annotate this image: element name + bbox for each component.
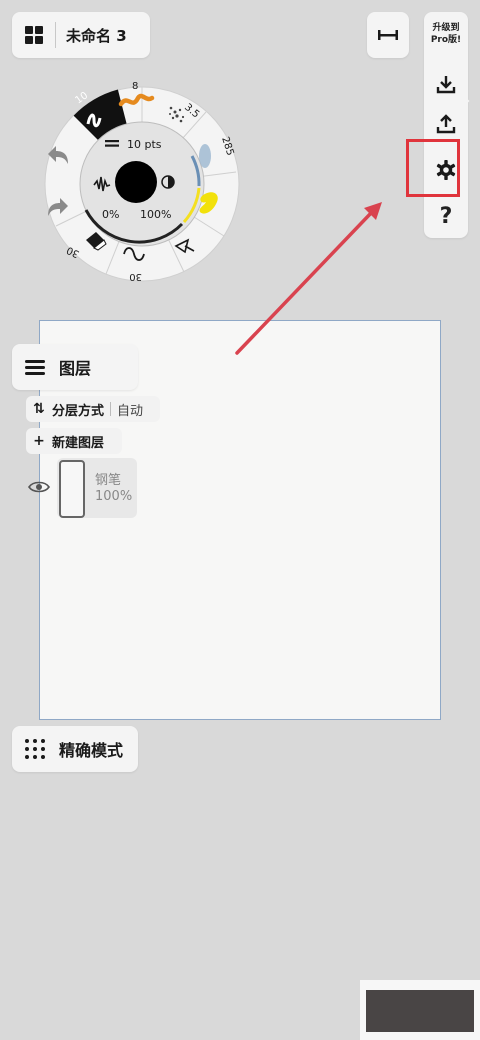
sort-icon: ⇅ [33, 401, 45, 417]
document-title-bar[interactable]: 未命名 3 [12, 12, 150, 58]
upload-icon [436, 114, 456, 134]
help-icon: ? [439, 203, 453, 229]
gallery-grid-icon[interactable] [25, 26, 43, 44]
layer-thumbnail [59, 460, 85, 518]
layer-opacity: 100% [95, 489, 133, 504]
ruler-icon [378, 30, 398, 40]
precise-mode-label: 精确模式 [59, 741, 124, 760]
undo-button[interactable] [44, 142, 72, 168]
plus-icon: + [33, 433, 45, 449]
sort-value: 自动 [117, 403, 144, 419]
layer-sort-button[interactable]: ⇅ 分层方式 自动 [26, 396, 160, 422]
right-toolbar: 升级到 Pro版! ? [424, 12, 468, 238]
sort-label: 分层方式 [52, 403, 105, 419]
brush-preview-dot [115, 161, 157, 203]
thumbnail-image [366, 990, 474, 1032]
layer-item[interactable]: 钢笔 100% [57, 458, 137, 518]
tool-curve-size: 30 [129, 271, 142, 282]
brush-wheel[interactable]: 10 8 3.5 285 30 30 10 pts 0% 100% [44, 76, 240, 286]
redo-button[interactable] [44, 194, 72, 220]
divider [55, 22, 56, 48]
precise-mode-button[interactable]: 精确模式 [12, 726, 138, 772]
eye-icon [28, 481, 50, 493]
opacity-min-label: 0% [102, 208, 119, 221]
brush-size-label: 10 pts [127, 138, 162, 151]
layers-icon [25, 359, 45, 375]
help-button[interactable]: ? [424, 196, 468, 236]
new-layer-label: 新建图层 [52, 435, 105, 451]
watercolor-icon [199, 144, 211, 168]
redo-icon [48, 198, 68, 216]
opacity-max-label: 100% [140, 208, 171, 221]
export-button[interactable] [424, 104, 468, 144]
layers-title: 图层 [59, 359, 92, 378]
layers-panel-toggle[interactable]: 图层 [12, 344, 138, 390]
upgrade-pro-button[interactable]: 升级到 Pro版! [424, 22, 468, 46]
divider [110, 402, 112, 416]
document-title[interactable]: 未命名 3 [66, 25, 127, 46]
undo-icon [48, 146, 68, 164]
tool-marker-size: 8 [132, 81, 138, 92]
ruler-button[interactable] [367, 12, 409, 58]
dots-grid-icon [25, 739, 45, 759]
new-layer-button[interactable]: + 新建图层 [26, 428, 122, 454]
layer-visibility-toggle[interactable] [26, 476, 52, 498]
layer-name: 钢笔 [95, 473, 122, 488]
settings-highlight-box [406, 139, 460, 197]
download-icon [436, 76, 456, 94]
canvas-thumbnail [360, 980, 480, 1040]
